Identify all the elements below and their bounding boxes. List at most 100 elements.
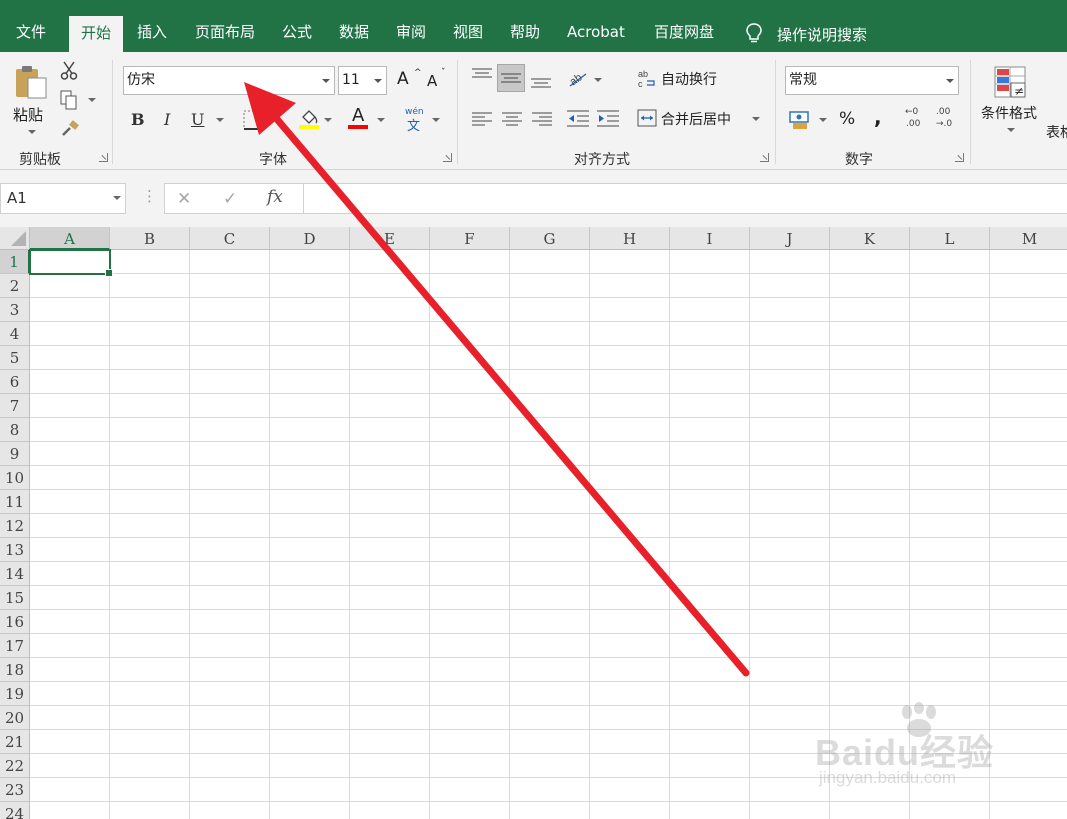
insert-function-button[interactable]: fx (267, 187, 283, 207)
italic-button[interactable]: I (164, 110, 170, 129)
enter-icon[interactable]: ✓ (223, 189, 237, 209)
tab-formulas[interactable]: 公式 (282, 0, 312, 52)
decrease-indent-icon[interactable] (567, 110, 589, 128)
merge-center-button[interactable]: 合并后居中 (635, 105, 763, 131)
number-format-dropdown-icon[interactable] (946, 79, 954, 83)
underline-dropdown-icon[interactable] (216, 118, 224, 122)
cancel-icon[interactable]: ✕ (177, 189, 191, 209)
font-color-button[interactable]: A (348, 105, 370, 129)
tab-insert[interactable]: 插入 (137, 0, 167, 52)
column-header[interactable]: L (910, 227, 990, 250)
clipboard-launcher-icon[interactable] (99, 153, 108, 162)
merge-center-dropdown-icon[interactable] (752, 117, 760, 121)
row-header[interactable]: 5 (0, 346, 30, 370)
row-header[interactable]: 20 (0, 706, 30, 730)
copy-dropdown-icon[interactable] (88, 98, 96, 102)
phonetic-button[interactable]: wén 文 (404, 107, 426, 134)
tab-data[interactable]: 数据 (339, 0, 369, 52)
row-header[interactable]: 7 (0, 394, 30, 418)
format-as-table-label[interactable]: 表格 (1046, 122, 1067, 142)
percent-button[interactable]: % (839, 109, 855, 129)
tab-file[interactable]: 文件 (16, 0, 46, 52)
row-header[interactable]: 18 (0, 658, 30, 682)
row-header[interactable]: 24 (0, 802, 30, 819)
number-format-combo[interactable]: 常规 (785, 66, 959, 95)
copy-icon[interactable] (60, 90, 78, 110)
top-align-icon[interactable] (472, 68, 492, 82)
conditional-formatting-dropdown-icon[interactable] (1007, 128, 1015, 132)
row-header[interactable]: 19 (0, 682, 30, 706)
alignment-launcher-icon[interactable] (760, 153, 769, 162)
comma-button[interactable]: , (874, 105, 882, 129)
row-header[interactable]: 4 (0, 322, 30, 346)
column-header[interactable]: F (430, 227, 510, 250)
align-left-icon[interactable] (472, 112, 492, 126)
conditional-formatting-button[interactable]: ≠ 条件格式 (978, 62, 1044, 142)
row-header[interactable]: 3 (0, 298, 30, 322)
column-header[interactable]: K (830, 227, 910, 250)
tab-help[interactable]: 帮助 (510, 0, 540, 52)
column-header[interactable]: I (670, 227, 750, 250)
phonetic-dropdown-icon[interactable] (432, 118, 440, 122)
name-box[interactable]: A1 (0, 183, 126, 214)
column-header[interactable]: J (750, 227, 830, 250)
row-header[interactable]: 21 (0, 730, 30, 754)
fill-color-icon[interactable] (298, 108, 320, 130)
row-header[interactable]: 2 (0, 274, 30, 298)
row-header[interactable]: 12 (0, 514, 30, 538)
column-header[interactable]: D (270, 227, 350, 250)
border-icon[interactable] (243, 110, 263, 130)
tab-page-layout[interactable]: 页面布局 (195, 0, 255, 52)
font-size-combo[interactable]: 11 (338, 66, 387, 95)
tab-review[interactable]: 审阅 (396, 0, 426, 52)
align-right-icon[interactable] (532, 112, 552, 126)
bold-button[interactable]: B (131, 110, 145, 129)
align-center-icon[interactable] (502, 112, 522, 126)
row-header[interactable]: 8 (0, 418, 30, 442)
column-header[interactable]: E (350, 227, 430, 250)
row-header[interactable]: 14 (0, 562, 30, 586)
row-header[interactable]: 15 (0, 586, 30, 610)
row-header[interactable]: 1 (0, 250, 30, 274)
decrease-font-size-button[interactable]: A (427, 72, 437, 90)
number-launcher-icon[interactable] (955, 153, 964, 162)
column-header[interactable]: H (590, 227, 670, 250)
cell-area[interactable] (30, 250, 1067, 819)
row-header[interactable]: 10 (0, 466, 30, 490)
fill-color-dropdown-icon[interactable] (324, 118, 332, 122)
formula-input[interactable] (303, 183, 1067, 214)
column-header[interactable]: G (510, 227, 590, 250)
underline-button[interactable]: U (191, 110, 204, 129)
row-header[interactable]: 6 (0, 370, 30, 394)
row-header[interactable]: 17 (0, 634, 30, 658)
column-header[interactable]: C (190, 227, 270, 250)
column-header[interactable]: B (110, 227, 190, 250)
column-header[interactable]: A (30, 227, 110, 250)
row-header[interactable]: 13 (0, 538, 30, 562)
row-header[interactable]: 16 (0, 610, 30, 634)
name-box-dropdown-icon[interactable] (113, 196, 121, 200)
font-name-combo[interactable]: 仿宋 (123, 66, 335, 95)
tab-home[interactable]: 开始 (69, 16, 124, 52)
tab-view[interactable]: 视图 (453, 0, 483, 52)
paste-button[interactable]: 粘贴 (8, 60, 52, 142)
font-launcher-icon[interactable] (443, 153, 452, 162)
row-header[interactable]: 23 (0, 778, 30, 802)
column-header[interactable]: M (990, 227, 1067, 250)
tab-baidu-netdisk[interactable]: 百度网盘 (654, 0, 714, 52)
middle-align-button[interactable] (497, 64, 525, 92)
row-header[interactable]: 22 (0, 754, 30, 778)
active-cell-a1[interactable] (29, 249, 113, 277)
font-color-dropdown-icon[interactable] (377, 118, 385, 122)
increase-decimal-button[interactable]: ←0 .00 (903, 107, 927, 133)
cut-icon[interactable] (60, 61, 78, 81)
row-header[interactable]: 9 (0, 442, 30, 466)
select-all-icon[interactable] (0, 227, 30, 250)
increase-indent-icon[interactable] (597, 110, 619, 128)
currency-dropdown-icon[interactable] (819, 118, 827, 122)
tab-acrobat[interactable]: Acrobat (567, 0, 625, 52)
wrap-text-button[interactable]: ab c 自动换行 (635, 66, 755, 92)
increase-font-size-button[interactable]: A (397, 69, 409, 89)
bottom-align-icon[interactable] (531, 76, 551, 90)
row-header[interactable]: 11 (0, 490, 30, 514)
